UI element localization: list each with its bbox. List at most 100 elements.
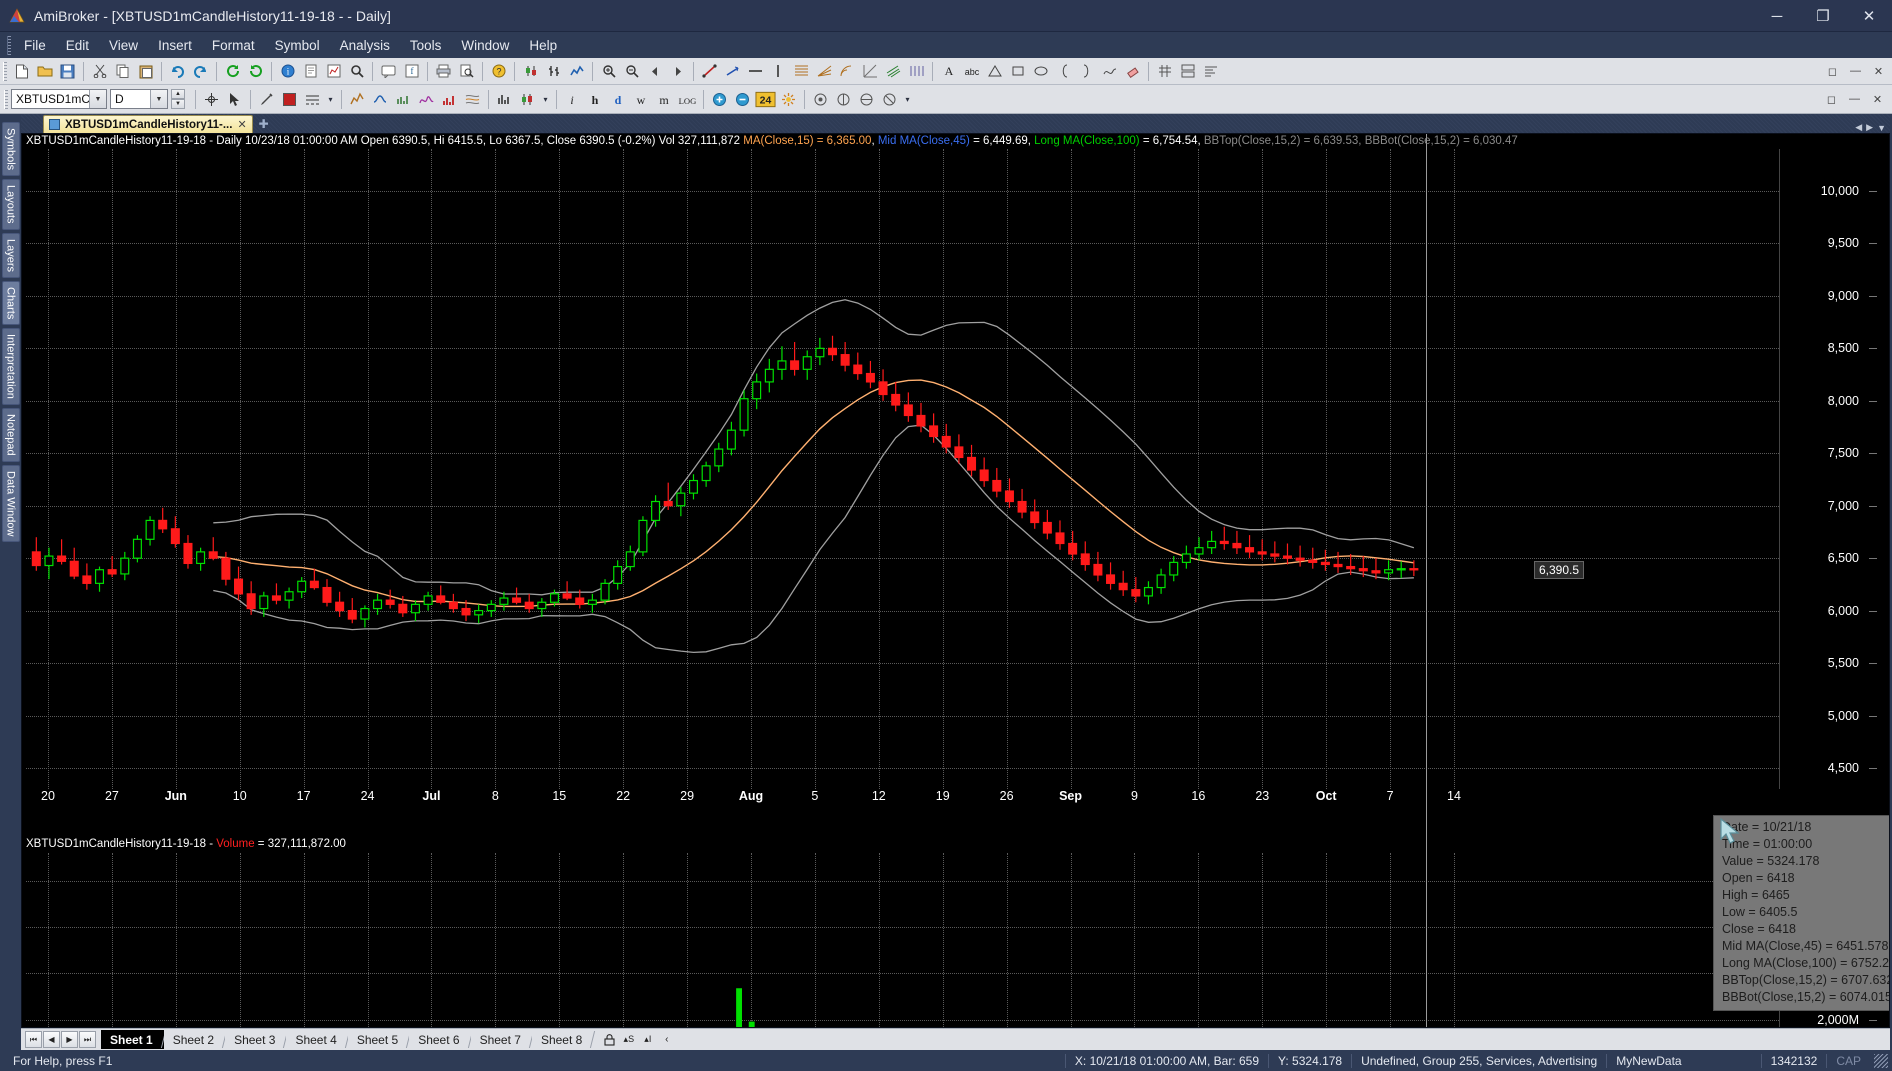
menu-edit[interactable]: Edit: [56, 35, 99, 56]
pattern-explorer-icon[interactable]: [346, 88, 369, 111]
log-scale-icon[interactable]: LOG: [676, 88, 699, 111]
interval-select[interactable]: D ▼: [110, 89, 168, 109]
trendline-icon[interactable]: [698, 60, 721, 83]
cut-icon[interactable]: [88, 60, 111, 83]
chevron-down-icon[interactable]: ▼: [89, 90, 106, 108]
sidebar-item-data-window[interactable]: Data Window: [1, 464, 20, 542]
redo-icon[interactable]: [189, 60, 212, 83]
help-icon[interactable]: ?: [487, 60, 510, 83]
fib-retracement-icon[interactable]: [790, 60, 813, 83]
gann-icon[interactable]: [859, 60, 882, 83]
interval-stepper[interactable]: ▲ ▼: [171, 89, 185, 109]
toolbar-dropdown-arrow[interactable]: ▾: [324, 88, 337, 111]
format-w-icon[interactable]: w: [630, 88, 653, 111]
new-tab-icon[interactable]: ✚: [259, 117, 269, 131]
formula-editor-icon[interactable]: f: [400, 60, 423, 83]
toolbar-dropdown-arrow[interactable]: ▾: [901, 88, 914, 111]
document-tab-chart[interactable]: XBTUSD1mCandleHistory11-... ✕: [43, 115, 253, 133]
close-chart-icon[interactable]: ✕: [1866, 88, 1889, 111]
sidebar-item-charts[interactable]: Charts: [1, 280, 20, 326]
refresh-icon[interactable]: [221, 60, 244, 83]
print-icon[interactable]: [432, 60, 455, 83]
menu-file[interactable]: File: [14, 35, 56, 56]
sheet-tab-2[interactable]: Sheet 2: [163, 1030, 226, 1049]
fib-fan-icon[interactable]: [813, 60, 836, 83]
copy-icon[interactable]: [111, 60, 134, 83]
sidebar-item-interpretation[interactable]: Interpretation: [1, 328, 20, 405]
format-italic-icon[interactable]: i: [561, 88, 584, 111]
highlight-icon[interactable]: [777, 88, 800, 111]
sidebar-item-layers[interactable]: Layers: [1, 232, 20, 278]
sheet-tab-6[interactable]: Sheet 6: [409, 1030, 471, 1049]
pan-right-icon[interactable]: [666, 60, 689, 83]
new-file-icon[interactable]: [10, 60, 33, 83]
volume-pane[interactable]: XBTUSD1mCandleHistory11-19-18 - Volume =…: [22, 837, 1889, 1027]
price-axis[interactable]: 10,000 9,500 9,000 8,500 8,000 7,500 7,000 6,50…: [1779, 149, 1889, 789]
price-plot-area[interactable]: [26, 149, 1779, 789]
minimize-window-icon[interactable]: ―: [1844, 60, 1867, 83]
study-id-icon[interactable]: abc: [960, 60, 983, 83]
expand-icon[interactable]: [708, 88, 731, 111]
zoom-in-icon[interactable]: [597, 60, 620, 83]
restore-chart-icon[interactable]: ◻: [1820, 88, 1843, 111]
sidebar-item-notepad[interactable]: Notepad: [1, 407, 20, 462]
sheet-tab-8[interactable]: Sheet 8: [531, 1030, 594, 1049]
chart-type-bars-icon[interactable]: [542, 60, 565, 83]
grid-icon[interactable]: [1153, 60, 1176, 83]
chevron-down-icon[interactable]: ▼: [150, 90, 167, 108]
scroll-left-icon[interactable]: ◀: [1855, 122, 1862, 133]
eraser-icon[interactable]: [1121, 60, 1144, 83]
maximize-button[interactable]: ❐: [1800, 0, 1846, 32]
next-sheet-button[interactable]: ▶: [61, 1031, 78, 1048]
titles-icon[interactable]: [1199, 60, 1222, 83]
text-tool-icon[interactable]: A: [937, 60, 960, 83]
collapse-icon[interactable]: ‹: [658, 1031, 675, 1048]
format-m-icon[interactable]: m: [653, 88, 676, 111]
sheet-tab-7[interactable]: Sheet 7: [470, 1030, 532, 1049]
bollinger-icon[interactable]: [461, 88, 484, 111]
menu-help[interactable]: Help: [519, 35, 567, 56]
symbol-input[interactable]: XBTUSD1mCand ▼: [11, 89, 107, 109]
crosshair-icon[interactable]: [200, 88, 223, 111]
volume-plot-area[interactable]: [26, 853, 1779, 1027]
chart-type-candles-icon[interactable]: [519, 60, 542, 83]
shape-triangle-icon[interactable]: [983, 60, 1006, 83]
settings-2-icon[interactable]: [832, 88, 855, 111]
format-d-icon[interactable]: d: [607, 88, 630, 111]
zoom-level-24-icon[interactable]: 24: [754, 88, 777, 111]
chart-canvas[interactable]: XBTUSD1mCandleHistory11-19-18 - Daily 10…: [21, 133, 1890, 1028]
tab-menu-icon[interactable]: ▼: [1877, 123, 1886, 133]
menu-grip[interactable]: [7, 35, 11, 55]
pitchfork-icon[interactable]: [882, 60, 905, 83]
shape-ellipse-icon[interactable]: [1029, 60, 1052, 83]
color-swatch-icon[interactable]: [278, 88, 301, 111]
first-sheet-button[interactable]: ⏮: [25, 1031, 42, 1048]
symbol-toolbar-grip[interactable]: [4, 89, 8, 109]
chart-type-line-icon[interactable]: [565, 60, 588, 83]
print-preview-icon[interactable]: [455, 60, 478, 83]
close-button[interactable]: ✕: [1846, 0, 1892, 32]
panes-icon[interactable]: [1176, 60, 1199, 83]
ray-icon[interactable]: [721, 60, 744, 83]
freehand-icon[interactable]: [1098, 60, 1121, 83]
open-folder-icon[interactable]: [33, 60, 56, 83]
sheet-tab-5[interactable]: Sheet 5: [347, 1030, 410, 1049]
scroll-right-icon[interactable]: ▶: [1866, 122, 1873, 133]
pan-left-icon[interactable]: [643, 60, 666, 83]
paste-icon[interactable]: [134, 60, 157, 83]
menu-window[interactable]: Window: [451, 35, 519, 56]
sheet-tab-3[interactable]: Sheet 3: [225, 1030, 287, 1049]
bracket-right-icon[interactable]: [1075, 60, 1098, 83]
sheet-tab-4[interactable]: Sheet 4: [286, 1030, 348, 1049]
fib-arc-icon[interactable]: [836, 60, 859, 83]
prev-sheet-button[interactable]: ◀: [43, 1031, 60, 1048]
toolbar-grip[interactable]: [3, 61, 7, 81]
chart-sheet-icon[interactable]: [322, 60, 345, 83]
candles-view-icon[interactable]: [516, 88, 539, 111]
format-bold-h-icon[interactable]: h: [584, 88, 607, 111]
scale-i-icon[interactable]: ▴I: [639, 1031, 656, 1048]
select-arrow-icon[interactable]: [223, 88, 246, 111]
settings-3-icon[interactable]: [855, 88, 878, 111]
zoom-out-icon[interactable]: [620, 60, 643, 83]
cycle-lines-icon[interactable]: [905, 60, 928, 83]
